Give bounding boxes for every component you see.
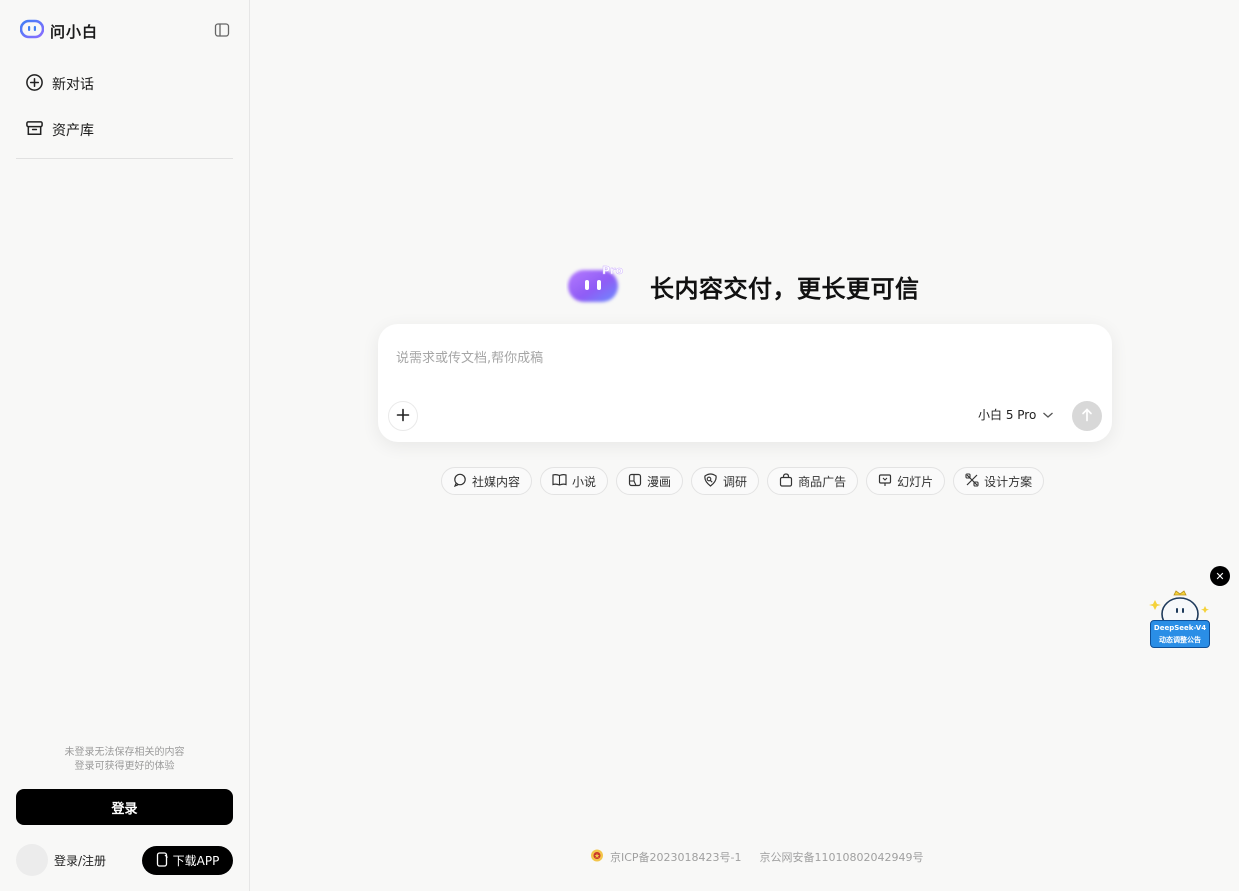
promo-line: 动态调整公告 [1159,636,1201,644]
chip-label: 幻灯片 [897,474,934,489]
sidebar-item-label: 新对话 [52,77,94,93]
brand-logo[interactable]: 问小白 [19,19,99,43]
chip-label: 漫画 [647,474,672,489]
page-title: 长内容交付，更长更可信 [650,274,920,303]
login-button[interactable]: 登录 [16,789,233,825]
sidebar: 问小白 新对话 资产库 未登录无法保存相关的内容 登录可获得更好的体验 登录 登… [0,0,250,891]
sidebar-toggle-icon[interactable] [214,22,232,40]
chip-comic[interactable]: 漫画 [616,467,684,495]
chip-label: 商品广告 [798,474,847,489]
plus-circle-icon [25,73,44,96]
model-selector-label: 小白 5 Pro [978,408,1037,422]
plus-icon [396,407,410,426]
archive-box-icon [25,119,44,142]
hero: Pro 长内容交付，更长更可信 [566,262,920,310]
sidebar-item-assets[interactable]: 资产库 [16,112,234,148]
brand-name: 问小白 [50,22,99,41]
close-icon[interactable]: ✕ [1210,566,1230,586]
sidebar-divider [16,158,233,159]
quick-prompt-chips: 社媒内容 小说 漫画 调研 商品广告 幻灯片 设计方案 [441,467,1045,495]
attach-button[interactable] [388,401,418,431]
user-row[interactable]: 登录/注册 [16,844,106,876]
chip-label: 调研 [723,474,748,489]
chip-novel[interactable]: 小说 [540,467,609,495]
chip-social-content[interactable]: 社媒内容 [441,467,533,495]
avatar[interactable] [16,844,48,876]
chip-design-proposal[interactable]: 设计方案 [953,467,1045,495]
promo-label: DeepSeek-V4 动态调整公告 [1150,620,1210,648]
chip-research[interactable]: 调研 [691,467,760,495]
chip-product-ad[interactable]: 商品广告 [767,467,859,495]
phone-download-icon [156,851,169,870]
login-hint-line: 未登录无法保存相关的内容 [64,747,185,758]
book-icon [552,473,567,489]
chip-label: 设计方案 [984,474,1033,489]
police-record-link[interactable]: 京公网安备11010802042949号 [760,849,924,865]
download-app-label: 下载APP [172,854,220,868]
model-selector[interactable]: 小白 5 Pro [978,406,1054,423]
login-hint-line: 登录可获得更好的体验 [74,761,175,772]
pro-badge: Pro [602,264,623,277]
design-tools-icon [965,472,979,490]
chat-bubble-icon [453,473,467,490]
sidebar-item-new-chat[interactable]: 新对话 [16,66,234,102]
police-badge-icon [590,848,604,866]
presentation-icon [878,473,892,490]
prompt-composer: 小白 5 Pro [378,324,1112,442]
login-hint: 未登录无法保存相关的内容 登录可获得更好的体验 [16,746,233,774]
research-icon [703,472,718,490]
icp-link[interactable]: 京ICP备2023018423号-1 [610,849,742,865]
promo-line: DeepSeek-V4 [1153,624,1207,632]
footer: 京ICP备2023018423号-1 京公网安备11010802042949号 [590,848,924,866]
sidebar-item-label: 资产库 [52,123,94,139]
chip-label: 小说 [572,474,597,489]
download-app-button[interactable]: 下载APP [142,846,233,875]
pro-mascot-icon: Pro [566,262,626,310]
shopping-bag-icon [779,472,793,490]
login-register-link[interactable]: 登录/注册 [54,852,106,869]
chip-label: 社媒内容 [472,474,521,489]
prompt-input[interactable] [396,346,1086,370]
send-button[interactable] [1072,401,1102,431]
chip-slides[interactable]: 幻灯片 [866,467,946,495]
comic-panel-icon [628,473,642,490]
brand-mascot-icon [19,19,45,43]
chevron-down-icon [1042,408,1054,422]
arrow-up-icon [1081,407,1093,426]
deepseek-promo-widget[interactable]: DeepSeek-V4 动态调整公告 [1147,586,1213,652]
